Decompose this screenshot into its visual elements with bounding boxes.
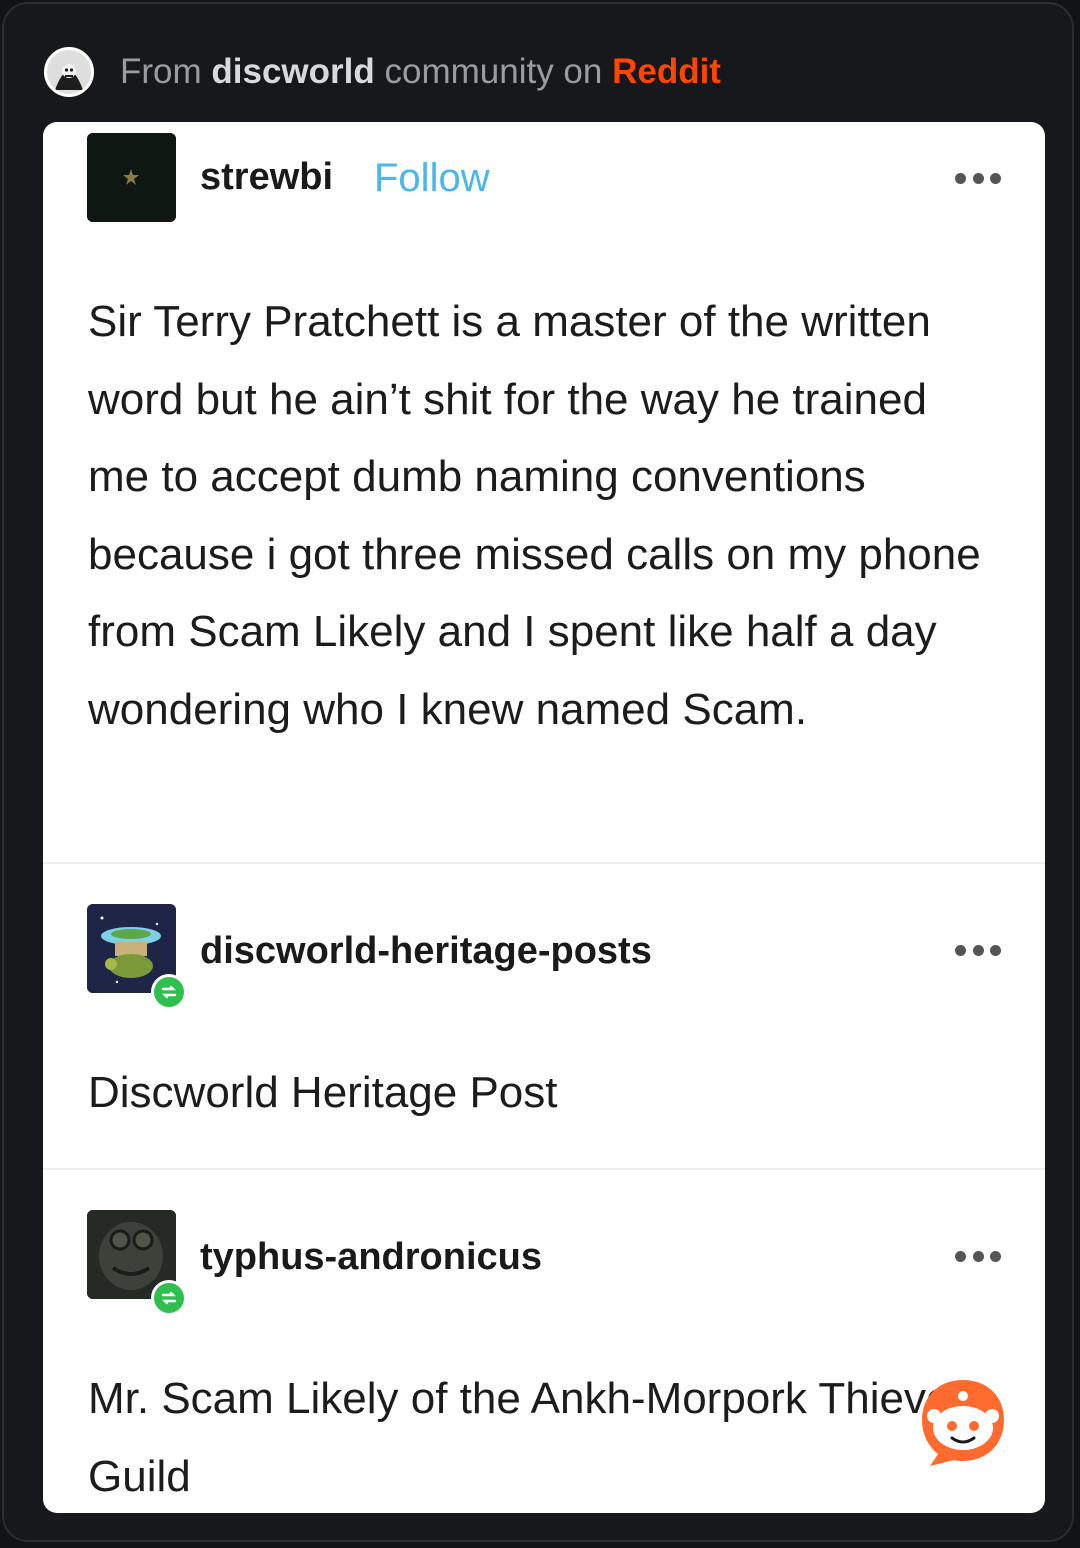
tumblr-post-card: strewbi Follow Sir Terry Pratchett is a … xyxy=(43,122,1045,1513)
more-dots-icon[interactable] xyxy=(955,1250,1001,1262)
embed-header: From discworld community on Reddit xyxy=(44,47,721,97)
post-username[interactable]: discworld-heritage-posts xyxy=(200,930,652,973)
post-body: Mr. Scam Likely of the Ankh-Morpork Thie… xyxy=(88,1374,981,1501)
reblog-icon xyxy=(151,1280,187,1316)
post-discworld-heritage-posts: discworld-heritage-posts Discworld Herit… xyxy=(43,864,1045,1168)
follow-button[interactable]: Follow xyxy=(374,156,490,201)
more-dots-icon[interactable] xyxy=(955,172,1001,184)
post-body: Discworld Heritage Post xyxy=(88,1068,558,1117)
header-middle: community on xyxy=(374,52,613,91)
post-username[interactable]: strewbi xyxy=(200,156,333,199)
avatar[interactable] xyxy=(87,133,176,222)
reddit-snoo-icon[interactable] xyxy=(916,1376,1010,1470)
header-prefix: From xyxy=(120,52,212,91)
embed-source-text: From discworld community on Reddit xyxy=(120,52,721,92)
post-strewbi: strewbi Follow Sir Terry Pratchett is a … xyxy=(43,122,1045,862)
community-avatar[interactable] xyxy=(44,47,94,97)
embed-frame: From discworld community on Reddit strew… xyxy=(2,2,1074,1542)
reblog-icon xyxy=(151,974,187,1010)
post-body: Sir Terry Pratchett is a master of the w… xyxy=(88,297,981,734)
post-username[interactable]: typhus-andronicus xyxy=(200,1236,542,1279)
post-typhus-andronicus: typhus-andronicus Mr. Scam Likely of the… xyxy=(43,1170,1045,1513)
community-link[interactable]: discworld xyxy=(211,52,374,91)
reddit-link[interactable]: Reddit xyxy=(612,52,721,91)
more-dots-icon[interactable] xyxy=(955,944,1001,956)
